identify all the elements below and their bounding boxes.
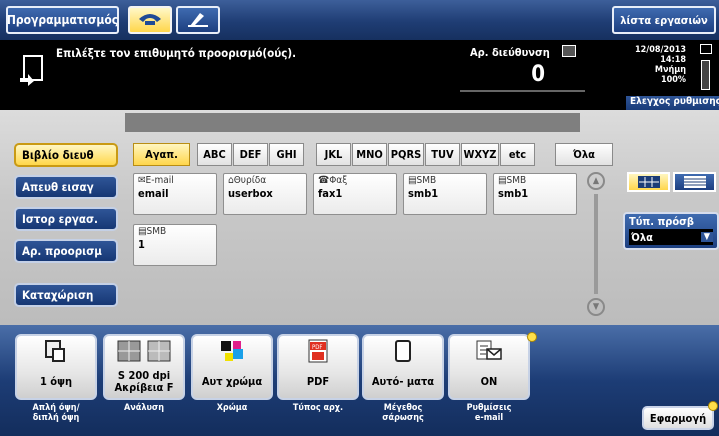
destination-card[interactable]: ☎Φαξ fax1: [313, 173, 397, 215]
memory-value: 100%: [660, 75, 686, 85]
resolution-button[interactable]: S 200 dpi Ακρίβεια F: [103, 334, 185, 400]
register-button[interactable]: Καταχώριση: [14, 283, 118, 307]
destination-count: 0: [460, 62, 585, 92]
scroll-up-button[interactable]: ▲: [587, 172, 605, 190]
memory-label: Μνήμη: [654, 65, 686, 75]
scan-size-button[interactable]: Αυτό- ματα: [362, 334, 444, 400]
file-type-button[interactable]: PDF PDF: [277, 334, 359, 400]
tab-ghi[interactable]: GHI: [269, 143, 304, 166]
color-caption: Χρώμα: [216, 403, 248, 413]
tab-jkl[interactable]: JKL: [316, 143, 351, 166]
destination-card[interactable]: ▤SMB 1: [133, 224, 217, 266]
pdf-icon: PDF: [302, 336, 334, 366]
destination-count-label: Αρ. διεύθυνση: [470, 46, 550, 59]
tab-abc[interactable]: ABC: [197, 143, 232, 166]
tab-all[interactable]: Όλα: [555, 143, 613, 166]
thumbnail-view-button[interactable]: [627, 172, 670, 192]
tab-tuv[interactable]: TUV: [425, 143, 460, 166]
tab-favorites[interactable]: Αγαπ.: [133, 143, 190, 166]
tab-def[interactable]: DEF: [233, 143, 268, 166]
email-settings-icon: [473, 336, 505, 366]
tab-etc[interactable]: etc: [500, 143, 535, 166]
email-settings-button[interactable]: ON: [448, 334, 530, 400]
smb-icon: ▤: [138, 226, 147, 237]
smb-icon: ▤: [408, 175, 417, 186]
filter-label: Τύπ. πρόσβ: [629, 215, 694, 228]
scan-size-caption: Μέγεθος σάρωσης: [382, 403, 424, 423]
color-icon: [216, 336, 248, 366]
destination-card[interactable]: ▤SMB smb1: [493, 173, 577, 215]
apply-button[interactable]: Εφαρμογή: [642, 406, 714, 430]
file-type-caption: Τύπος αρχ.: [292, 403, 344, 413]
list-icon: [683, 173, 706, 192]
duplex-caption: Απλή όψη/ διπλή όψη: [32, 403, 80, 423]
scan-mode-tab[interactable]: [128, 6, 172, 34]
destination-doc-icon: [20, 54, 46, 86]
tab-mno[interactable]: MNO: [352, 143, 387, 166]
status-indicator-dot: [527, 332, 537, 342]
email-settings-caption: Ρυθμίσεις e-mail: [466, 403, 512, 423]
resolution-caption: Ανάλυση: [123, 403, 164, 413]
svg-text:PDF: PDF: [312, 344, 323, 351]
job-list-button[interactable]: λίστα εργασιών: [612, 6, 716, 34]
memory-gauge: [701, 60, 710, 90]
address-book-icon: [562, 45, 576, 57]
destination-card[interactable]: ▤SMB smb1: [403, 173, 487, 215]
grid-icon: [637, 173, 660, 192]
smb-icon: ▤: [498, 175, 507, 186]
apply-indicator-dot: [708, 401, 718, 411]
simplex-icon: [40, 336, 72, 366]
destination-type-filter[interactable]: Τύπ. πρόσβ Όλα ▼: [623, 212, 719, 250]
list-view-button[interactable]: [673, 172, 716, 192]
tab-pqrs[interactable]: PQRS: [388, 143, 424, 166]
search-bar[interactable]: [125, 113, 580, 132]
time-text: 14:18: [660, 55, 686, 65]
document-icon: [387, 336, 419, 366]
sidebar-item-address-book[interactable]: Βιβλίο διευθ: [14, 143, 118, 167]
mail-icon: ✉: [138, 175, 146, 186]
date-text: 12/08/2013: [635, 45, 686, 55]
phone-handset-icon: [137, 11, 163, 30]
color-button[interactable]: Αυτ χρώμα: [191, 334, 273, 400]
destination-card[interactable]: ⌂Θυρίδα userbox: [223, 173, 307, 215]
sidebar-item-dest-number[interactable]: Αρ. προορισμ: [14, 239, 118, 263]
sidebar-item-job-history[interactable]: Ιστορ εργασ.: [14, 207, 118, 231]
dropdown-arrow-icon: ▼: [700, 232, 713, 242]
prompt-text: Επιλέξτε τον επιθυμητό προορισμό(ούς).: [56, 46, 297, 60]
chevron-down-icon: ▼: [592, 302, 600, 312]
scrollbar-track[interactable]: [594, 194, 598, 294]
filter-value: Όλα: [631, 230, 653, 244]
resolution-icon: [109, 336, 179, 366]
fax-icon: ☎: [318, 175, 330, 186]
mail-status-icon: [700, 44, 712, 54]
scroll-down-button[interactable]: ▼: [587, 298, 605, 316]
sidebar-item-direct-input[interactable]: Απευθ εισαγ: [14, 175, 118, 199]
pen-icon: [186, 10, 210, 31]
destination-card[interactable]: ✉E-mail email: [133, 173, 217, 215]
chevron-up-icon: ▲: [592, 176, 600, 186]
tab-wxyz[interactable]: WXYZ: [461, 143, 499, 166]
duplex-button[interactable]: 1 όψη: [15, 334, 97, 400]
fax-mode-tab[interactable]: [176, 6, 220, 34]
programming-button[interactable]: Προγραμματισμός: [6, 6, 119, 34]
